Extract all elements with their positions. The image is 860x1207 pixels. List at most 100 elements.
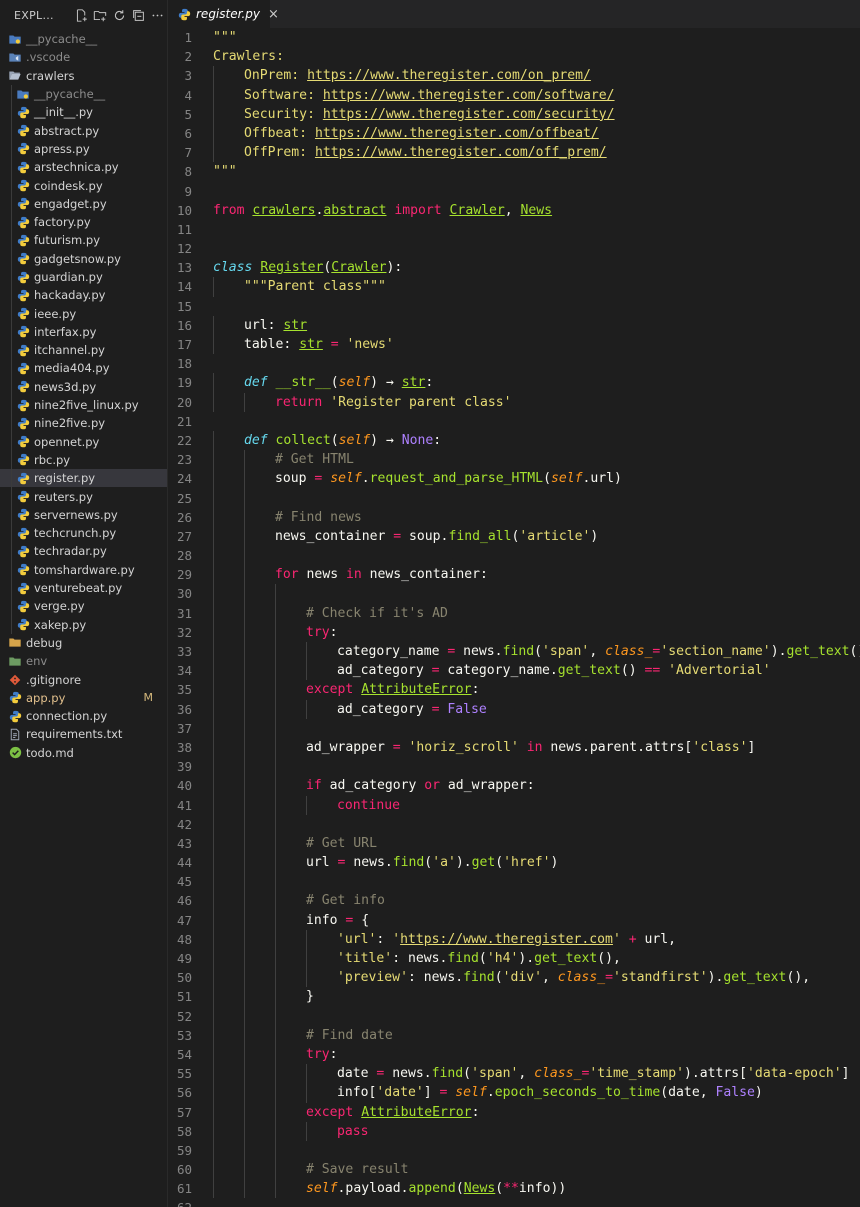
- explorer-item[interactable]: rbc.py: [0, 450, 167, 470]
- explorer-item[interactable]: xakep.py: [0, 615, 167, 634]
- explorer-item[interactable]: opennet.py: [0, 432, 167, 451]
- python-file-icon: [16, 508, 30, 522]
- code-token: (: [330, 432, 339, 448]
- code-token: ).: [770, 644, 787, 659]
- explorer-item[interactable]: engadget.py: [0, 194, 167, 213]
- line-number: 27: [176, 528, 192, 544]
- line-number: 7: [184, 145, 192, 161]
- indent-guide: [244, 1160, 245, 1180]
- code-text: [192, 488, 860, 508]
- indent-guide: [306, 949, 307, 969]
- code-token: =: [392, 739, 401, 755]
- explorer-item[interactable]: ieee.py: [0, 304, 167, 323]
- explorer-item[interactable]: media404.py: [0, 359, 167, 378]
- code-token: url: [306, 855, 338, 871]
- explorer-item[interactable]: __init__.py: [0, 103, 167, 122]
- more-icon[interactable]: [148, 4, 167, 26]
- explorer-item-label: techradar.py: [34, 544, 107, 559]
- explorer-item[interactable]: connection.py: [0, 707, 167, 725]
- python-file-icon: [16, 380, 30, 394]
- tab-register-py[interactable]: register.py ×: [168, 0, 279, 28]
- explorer-item[interactable]: .vscode: [0, 48, 167, 66]
- explorer-item[interactable]: nine2five_linux.py: [0, 395, 167, 415]
- explorer-item[interactable]: tomshardware.py: [0, 560, 167, 579]
- explorer-item[interactable]: .gitignore: [0, 670, 167, 688]
- python-file-icon: [16, 490, 30, 504]
- explorer-item[interactable]: coindesk.py: [0, 176, 167, 195]
- line-number: 45: [176, 874, 192, 890]
- python-file-icon: [16, 124, 30, 138]
- indent-guide: [213, 1102, 214, 1122]
- line-number: 34: [176, 663, 192, 679]
- indent-guide: [213, 718, 214, 738]
- collapse-all-icon[interactable]: [129, 4, 148, 26]
- code-text: soup = self.request_and_parse_HTML(self.…: [192, 469, 860, 489]
- code-text: 'url': 'https://www.theregister.com' + u…: [192, 929, 860, 949]
- code-token: =: [393, 528, 402, 544]
- code-token: ad_category: [329, 778, 425, 794]
- code-token: : news.: [392, 951, 448, 966]
- explorer-item[interactable]: techradar.py: [0, 542, 167, 561]
- explorer-item[interactable]: crawlers: [0, 67, 167, 85]
- code-editor[interactable]: 1 """ 2 Crawlers: 3 OnPrem: https://www.there…: [168, 28, 860, 1207]
- line-number: 42: [176, 816, 192, 832]
- code-token: class_: [534, 1066, 582, 1082]
- code-token: Crawlers:: [213, 49, 284, 65]
- explorer-item[interactable]: nine2five.py: [0, 414, 167, 433]
- explorer-item[interactable]: __pycache__: [0, 84, 167, 104]
- code-token: Offbeat:: [244, 125, 315, 141]
- indent-guide: [244, 1121, 245, 1141]
- explorer-item-label: abstract.py: [34, 123, 100, 138]
- code-line: 36 ad_category = False: [168, 699, 860, 719]
- explorer-item[interactable]: apress.py: [0, 139, 167, 159]
- explorer-item[interactable]: debug: [0, 634, 167, 652]
- code-token: ==: [644, 663, 661, 679]
- explorer-item[interactable]: interfax.py: [0, 322, 167, 342]
- line-number: 5: [184, 106, 192, 122]
- explorer-item[interactable]: gadgetsnow.py: [0, 249, 167, 268]
- explorer-item[interactable]: hackaday.py: [0, 286, 167, 305]
- python-file-icon: [16, 215, 30, 229]
- close-tab-icon[interactable]: ×: [268, 7, 279, 22]
- indent-guide: [11, 121, 12, 140]
- explorer-item[interactable]: register.py: [0, 469, 167, 488]
- explorer-item[interactable]: factory.py: [0, 212, 167, 232]
- explorer-item[interactable]: __pycache__: [0, 30, 167, 48]
- explorer-item[interactable]: arstechnica.py: [0, 158, 167, 177]
- new-folder-icon[interactable]: [91, 4, 110, 26]
- code-token: get: [471, 855, 496, 871]
- indent-guide: [275, 603, 276, 623]
- refresh-icon[interactable]: [110, 4, 129, 26]
- explorer-item[interactable]: app.py M: [0, 689, 167, 707]
- explorer-item[interactable]: venturebeat.py: [0, 578, 167, 598]
- explorer-item[interactable]: todo.md: [0, 744, 167, 762]
- explorer-item[interactable]: techcrunch.py: [0, 524, 167, 543]
- file-tree: __pycache__ .vscode crawlers __pycache__ __i…: [0, 30, 167, 762]
- code-token: news.: [384, 1066, 432, 1082]
- explorer-item-label: env: [26, 654, 48, 669]
- explorer-item[interactable]: verge.py: [0, 597, 167, 616]
- folder-env-icon: [8, 654, 22, 668]
- code-text: pass: [192, 1121, 860, 1141]
- code-text: # Find news: [192, 507, 860, 527]
- code-token: :: [376, 931, 393, 947]
- explorer-item[interactable]: news3d.py: [0, 377, 167, 396]
- explorer-item[interactable]: env: [0, 652, 167, 670]
- indent-guide: [213, 66, 214, 86]
- explorer-item[interactable]: reuters.py: [0, 487, 167, 506]
- explorer-item-label: arstechnica.py: [34, 160, 119, 175]
- line-number: 22: [176, 432, 192, 448]
- explorer-item[interactable]: guardian.py: [0, 267, 167, 287]
- indent-guide: [244, 392, 245, 412]
- code-line: 34 ad_category = category_name.get_text()…: [168, 661, 860, 681]
- code-token: get_text: [723, 970, 787, 986]
- new-file-icon[interactable]: [72, 4, 91, 26]
- code-line: 38 ad_wrapper = 'horiz_scroll' in news.pa…: [168, 737, 860, 758]
- explorer-item[interactable]: abstract.py: [0, 121, 167, 140]
- explorer-item[interactable]: itchannel.py: [0, 341, 167, 360]
- indent-guide: [213, 469, 214, 489]
- explorer-item[interactable]: futurism.py: [0, 231, 167, 250]
- code-token: str: [299, 337, 323, 352]
- explorer-item[interactable]: requirements.txt: [0, 725, 167, 743]
- explorer-item[interactable]: servernews.py: [0, 505, 167, 525]
